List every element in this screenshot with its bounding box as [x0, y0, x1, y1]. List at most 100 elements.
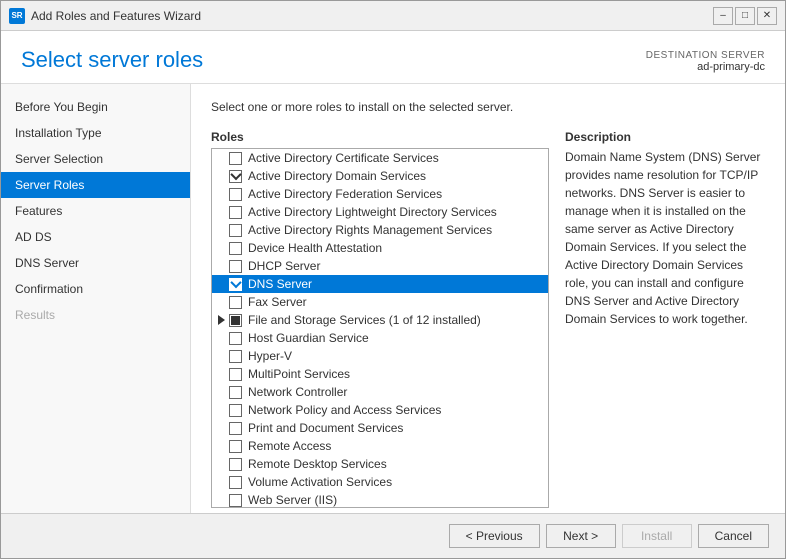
dest-server-value: ad-primary-dc: [697, 61, 765, 73]
role-label-hgs: Host Guardian Service: [248, 331, 369, 345]
role-item-adcs[interactable]: Active Directory Certificate Services: [212, 149, 548, 167]
role-item-rds[interactable]: Remote Desktop Services: [212, 455, 548, 473]
expand-arrow-fas[interactable]: [218, 315, 225, 325]
role-item-pds[interactable]: Print and Document Services: [212, 419, 548, 437]
checkbox-ra[interactable]: [229, 440, 242, 453]
checkbox-nc[interactable]: [229, 386, 242, 399]
role-item-ra[interactable]: Remote Access: [212, 437, 548, 455]
role-item-web[interactable]: Web Server (IIS): [212, 491, 548, 508]
instruction-text: Select one or more roles to install on t…: [211, 100, 765, 114]
checkbox-adfs[interactable]: [229, 188, 242, 201]
wizard-window: SR Add Roles and Features Wizard – □ ✕ S…: [0, 0, 786, 559]
sidebar-item-before-you-begin[interactable]: Before You Begin: [1, 94, 190, 120]
dest-server-label: DESTINATION SERVER: [646, 50, 765, 61]
role-item-dha[interactable]: Device Health Attestation: [212, 239, 548, 257]
sidebar-item-installation-type[interactable]: Installation Type: [1, 120, 190, 146]
role-label-hyper: Hyper-V: [248, 349, 292, 363]
role-label-pds: Print and Document Services: [248, 421, 403, 435]
sidebar: Before You BeginInstallation TypeServer …: [1, 84, 191, 513]
checkbox-dha[interactable]: [229, 242, 242, 255]
role-label-nc: Network Controller: [248, 385, 347, 399]
install-button[interactable]: Install: [622, 524, 692, 548]
role-label-adcs: Active Directory Certificate Services: [248, 151, 439, 165]
description-header: Description: [565, 130, 765, 144]
next-button[interactable]: Next >: [546, 524, 616, 548]
minimize-button[interactable]: –: [713, 7, 733, 25]
role-label-rds: Remote Desktop Services: [248, 457, 387, 471]
check-mark-adds: [230, 169, 241, 180]
role-item-dns[interactable]: DNS Server: [212, 275, 548, 293]
checkbox-mps[interactable]: [229, 368, 242, 381]
sidebar-item-dns-server[interactable]: DNS Server: [1, 250, 190, 276]
two-column-layout: Roles Active Directory Certificate Servi…: [211, 130, 765, 508]
role-item-adds[interactable]: Active Directory Domain Services: [212, 167, 548, 185]
checkbox-hyper[interactable]: [229, 350, 242, 363]
role-item-fas[interactable]: File and Storage Services (1 of 12 insta…: [212, 311, 548, 329]
role-label-dns: DNS Server: [248, 277, 312, 291]
sidebar-item-server-selection[interactable]: Server Selection: [1, 146, 190, 172]
footer: < Previous Next > Install Cancel: [1, 513, 785, 558]
role-item-vas[interactable]: Volume Activation Services: [212, 473, 548, 491]
app-icon: SR: [9, 8, 25, 24]
role-label-adrms: Active Directory Rights Management Servi…: [248, 223, 492, 237]
destination-server-info: DESTINATION SERVER ad-primary-dc: [646, 50, 765, 73]
cancel-button[interactable]: Cancel: [698, 524, 769, 548]
role-item-npas[interactable]: Network Policy and Access Services: [212, 401, 548, 419]
window-controls: – □ ✕: [713, 7, 777, 25]
role-label-adlds: Active Directory Lightweight Directory S…: [248, 205, 497, 219]
role-label-adfs: Active Directory Federation Services: [248, 187, 442, 201]
checkbox-dns[interactable]: [229, 278, 242, 291]
role-label-vas: Volume Activation Services: [248, 475, 392, 489]
roles-list[interactable]: Active Directory Certificate Services Act…: [211, 148, 549, 508]
sidebar-item-ad-ds[interactable]: AD DS: [1, 224, 190, 250]
title-bar: SR Add Roles and Features Wizard – □ ✕: [1, 1, 785, 31]
check-mark-dns: [230, 277, 241, 288]
role-item-hgs[interactable]: Host Guardian Service: [212, 329, 548, 347]
checkbox-web[interactable]: [229, 494, 242, 507]
page-title: Select server roles: [21, 47, 203, 73]
checkbox-npas[interactable]: [229, 404, 242, 417]
checkbox-vas[interactable]: [229, 476, 242, 489]
role-item-mps[interactable]: MultiPoint Services: [212, 365, 548, 383]
checkbox-hgs[interactable]: [229, 332, 242, 345]
checkbox-rds[interactable]: [229, 458, 242, 471]
window-title: Add Roles and Features Wizard: [31, 9, 713, 23]
description-panel: Description Domain Name System (DNS) Ser…: [565, 130, 765, 508]
role-label-dha: Device Health Attestation: [248, 241, 382, 255]
partial-check-fas: [231, 316, 240, 325]
role-label-mps: MultiPoint Services: [248, 367, 350, 381]
role-item-adfs[interactable]: Active Directory Federation Services: [212, 185, 548, 203]
header-area: Select server roles DESTINATION SERVER a…: [1, 31, 785, 84]
sidebar-item-features[interactable]: Features: [1, 198, 190, 224]
content-area: Before You BeginInstallation TypeServer …: [1, 84, 785, 513]
sidebar-item-confirmation[interactable]: Confirmation: [1, 276, 190, 302]
main-content: Select one or more roles to install on t…: [191, 84, 785, 513]
role-item-hyper[interactable]: Hyper-V: [212, 347, 548, 365]
checkbox-adds[interactable]: [229, 170, 242, 183]
role-item-dhcp[interactable]: DHCP Server: [212, 257, 548, 275]
role-label-web: Web Server (IIS): [248, 493, 337, 507]
role-label-adds: Active Directory Domain Services: [248, 169, 426, 183]
checkbox-adrms[interactable]: [229, 224, 242, 237]
close-button[interactable]: ✕: [757, 7, 777, 25]
maximize-button[interactable]: □: [735, 7, 755, 25]
sidebar-item-results: Results: [1, 302, 190, 328]
previous-button[interactable]: < Previous: [449, 524, 540, 548]
role-item-adlds[interactable]: Active Directory Lightweight Directory S…: [212, 203, 548, 221]
checkbox-fax[interactable]: [229, 296, 242, 309]
role-item-fax[interactable]: Fax Server: [212, 293, 548, 311]
checkbox-pds[interactable]: [229, 422, 242, 435]
role-label-fax: Fax Server: [248, 295, 307, 309]
role-label-fas: File and Storage Services (1 of 12 insta…: [248, 313, 481, 327]
checkbox-fas[interactable]: [229, 314, 242, 327]
role-label-npas: Network Policy and Access Services: [248, 403, 441, 417]
checkbox-dhcp[interactable]: [229, 260, 242, 273]
roles-panel: Roles Active Directory Certificate Servi…: [211, 130, 549, 508]
sidebar-item-server-roles[interactable]: Server Roles: [1, 172, 190, 198]
checkbox-adlds[interactable]: [229, 206, 242, 219]
role-item-nc[interactable]: Network Controller: [212, 383, 548, 401]
checkbox-adcs[interactable]: [229, 152, 242, 165]
description-text: Domain Name System (DNS) Server provides…: [565, 148, 765, 328]
role-label-dhcp: DHCP Server: [248, 259, 320, 273]
role-item-adrms[interactable]: Active Directory Rights Management Servi…: [212, 221, 548, 239]
